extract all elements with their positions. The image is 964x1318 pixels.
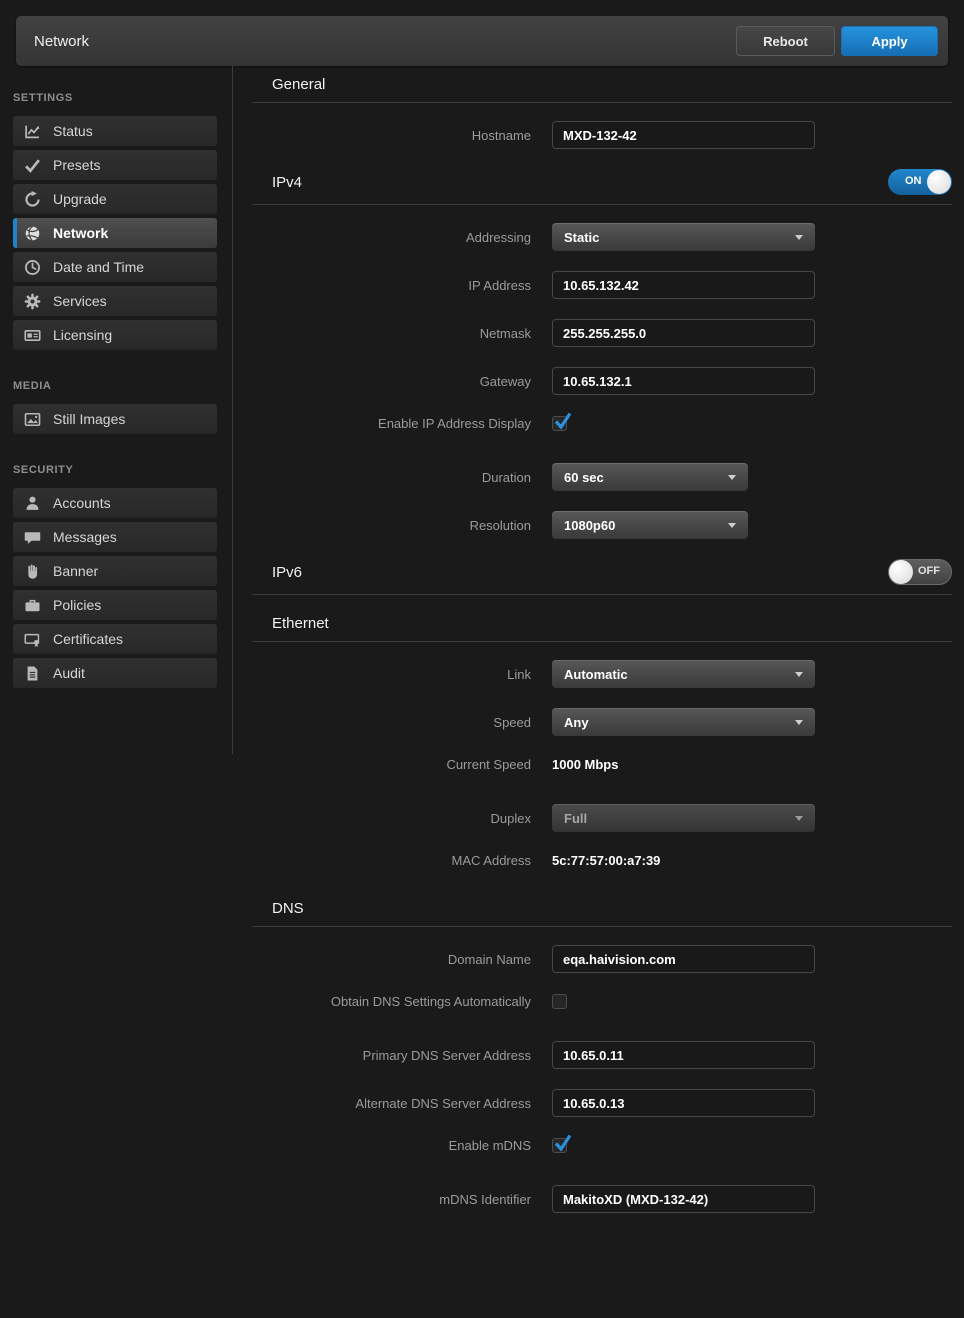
certificate-icon xyxy=(24,631,41,648)
section-title-ipv4: IPv4 xyxy=(272,174,302,191)
addressing-label: Addressing xyxy=(252,230,552,245)
speech-bubble-icon xyxy=(24,529,41,546)
resolution-label: Resolution xyxy=(252,518,552,533)
current-speed-value: 1000 Mbps xyxy=(552,757,618,772)
primary-dns-label: Primary DNS Server Address xyxy=(252,1048,552,1063)
gear-icon xyxy=(24,293,41,310)
mac-address-value: 5c:77:57:00:a7:39 xyxy=(552,853,660,868)
hostname-input[interactable] xyxy=(552,121,815,149)
dropdown-caret-icon xyxy=(728,475,736,480)
duplex-label: Duplex xyxy=(252,811,552,826)
alternate-dns-label: Alternate DNS Server Address xyxy=(252,1096,552,1111)
ipv6-toggle[interactable]: OFF xyxy=(888,559,952,585)
sidebar-item-banner[interactable]: Banner xyxy=(13,556,217,586)
sidebar-item-accounts[interactable]: Accounts xyxy=(13,488,217,518)
alternate-dns-input[interactable] xyxy=(552,1089,815,1117)
page-title: Network xyxy=(34,33,736,50)
duration-label: Duration xyxy=(252,470,552,485)
sidebar-item-date-and-time[interactable]: Date and Time xyxy=(13,252,217,282)
section-ipv4: IPv4 ON Addressing Static IP Address xyxy=(252,169,952,539)
ipv4-toggle[interactable]: ON xyxy=(888,169,952,195)
apply-button[interactable]: Apply xyxy=(841,26,938,56)
briefcase-icon xyxy=(24,597,41,614)
sidebar-item-status[interactable]: Status xyxy=(13,116,217,146)
section-title-general: General xyxy=(272,76,325,93)
mdns-identifier-input[interactable] xyxy=(552,1185,815,1213)
addressing-select[interactable]: Static xyxy=(552,223,815,251)
sidebar-item-still-images[interactable]: Still Images xyxy=(13,404,217,434)
license-card-icon xyxy=(24,327,41,344)
main-content: General Hostname IPv4 ON Addressing xyxy=(232,66,964,1233)
duplex-select: Full xyxy=(552,804,815,832)
image-icon xyxy=(24,411,41,428)
sidebar-item-certificates[interactable]: Certificates xyxy=(13,624,217,654)
toggle-knob xyxy=(889,560,913,584)
sidebar-section-settings: SETTINGS xyxy=(13,92,217,104)
checkmark-icon xyxy=(24,157,41,174)
sidebar-item-policies[interactable]: Policies xyxy=(13,590,217,620)
mdns-identifier-label: mDNS Identifier xyxy=(252,1192,552,1207)
globe-icon xyxy=(24,225,41,242)
sidebar-item-presets[interactable]: Presets xyxy=(13,150,217,180)
sidebar-item-messages[interactable]: Messages xyxy=(13,522,217,552)
ip-address-label: IP Address xyxy=(252,278,552,293)
obtain-dns-checkbox[interactable] xyxy=(552,994,567,1009)
sidebar: SETTINGS Status Presets Upgrade Network xyxy=(0,66,232,1233)
dropdown-caret-icon xyxy=(795,720,803,725)
duration-select[interactable]: 60 sec xyxy=(552,463,748,491)
section-general: General Hostname xyxy=(252,76,952,149)
enable-mdns-label: Enable mDNS xyxy=(252,1138,552,1153)
status-chart-icon xyxy=(24,123,41,140)
dropdown-caret-icon xyxy=(728,523,736,528)
check-icon xyxy=(552,411,573,432)
section-ethernet: Ethernet Link Automatic Speed Any xyxy=(252,615,952,869)
enable-ip-display-checkbox[interactable] xyxy=(552,416,567,431)
section-dns: DNS Domain Name Obtain DNS Settings Auto… xyxy=(252,900,952,1213)
sidebar-item-network[interactable]: Network xyxy=(13,218,217,248)
enable-ip-display-label: Enable IP Address Display xyxy=(252,416,552,431)
sidebar-item-audit[interactable]: Audit xyxy=(13,658,217,688)
sidebar-item-upgrade[interactable]: Upgrade xyxy=(13,184,217,214)
ip-address-input[interactable] xyxy=(552,271,815,299)
clock-icon xyxy=(24,259,41,276)
enable-mdns-checkbox[interactable] xyxy=(552,1138,567,1153)
speed-select[interactable]: Any xyxy=(552,708,815,736)
dropdown-caret-icon xyxy=(795,672,803,677)
section-title-dns: DNS xyxy=(272,900,304,917)
dropdown-caret-icon xyxy=(795,816,803,821)
gateway-input[interactable] xyxy=(552,367,815,395)
primary-dns-input[interactable] xyxy=(552,1041,815,1069)
document-icon xyxy=(24,665,41,682)
gateway-label: Gateway xyxy=(252,374,552,389)
section-ipv6: IPv6 OFF xyxy=(252,559,952,595)
domain-name-input[interactable] xyxy=(552,945,815,973)
section-title-ipv6: IPv6 xyxy=(272,564,302,581)
speed-label: Speed xyxy=(252,715,552,730)
hostname-label: Hostname xyxy=(252,128,552,143)
obtain-dns-label: Obtain DNS Settings Automatically xyxy=(252,994,552,1009)
sidebar-section-security: SECURITY xyxy=(13,464,217,476)
hand-icon xyxy=(24,563,41,580)
netmask-label: Netmask xyxy=(252,326,552,341)
domain-name-label: Domain Name xyxy=(252,952,552,967)
netmask-input[interactable] xyxy=(552,319,815,347)
person-icon xyxy=(24,495,41,512)
sidebar-item-licensing[interactable]: Licensing xyxy=(13,320,217,350)
refresh-icon xyxy=(24,191,41,208)
resolution-select[interactable]: 1080p60 xyxy=(552,511,748,539)
toggle-knob xyxy=(927,170,951,194)
link-select[interactable]: Automatic xyxy=(552,660,815,688)
dropdown-caret-icon xyxy=(795,235,803,240)
check-icon xyxy=(552,1133,573,1154)
current-speed-label: Current Speed xyxy=(252,757,552,772)
mac-address-label: MAC Address xyxy=(252,853,552,868)
link-label: Link xyxy=(252,667,552,682)
section-title-ethernet: Ethernet xyxy=(272,615,329,632)
reboot-button[interactable]: Reboot xyxy=(736,26,835,56)
sidebar-section-media: MEDIA xyxy=(13,380,217,392)
header-bar: Network Reboot Apply xyxy=(16,16,948,66)
sidebar-item-services[interactable]: Services xyxy=(13,286,217,316)
